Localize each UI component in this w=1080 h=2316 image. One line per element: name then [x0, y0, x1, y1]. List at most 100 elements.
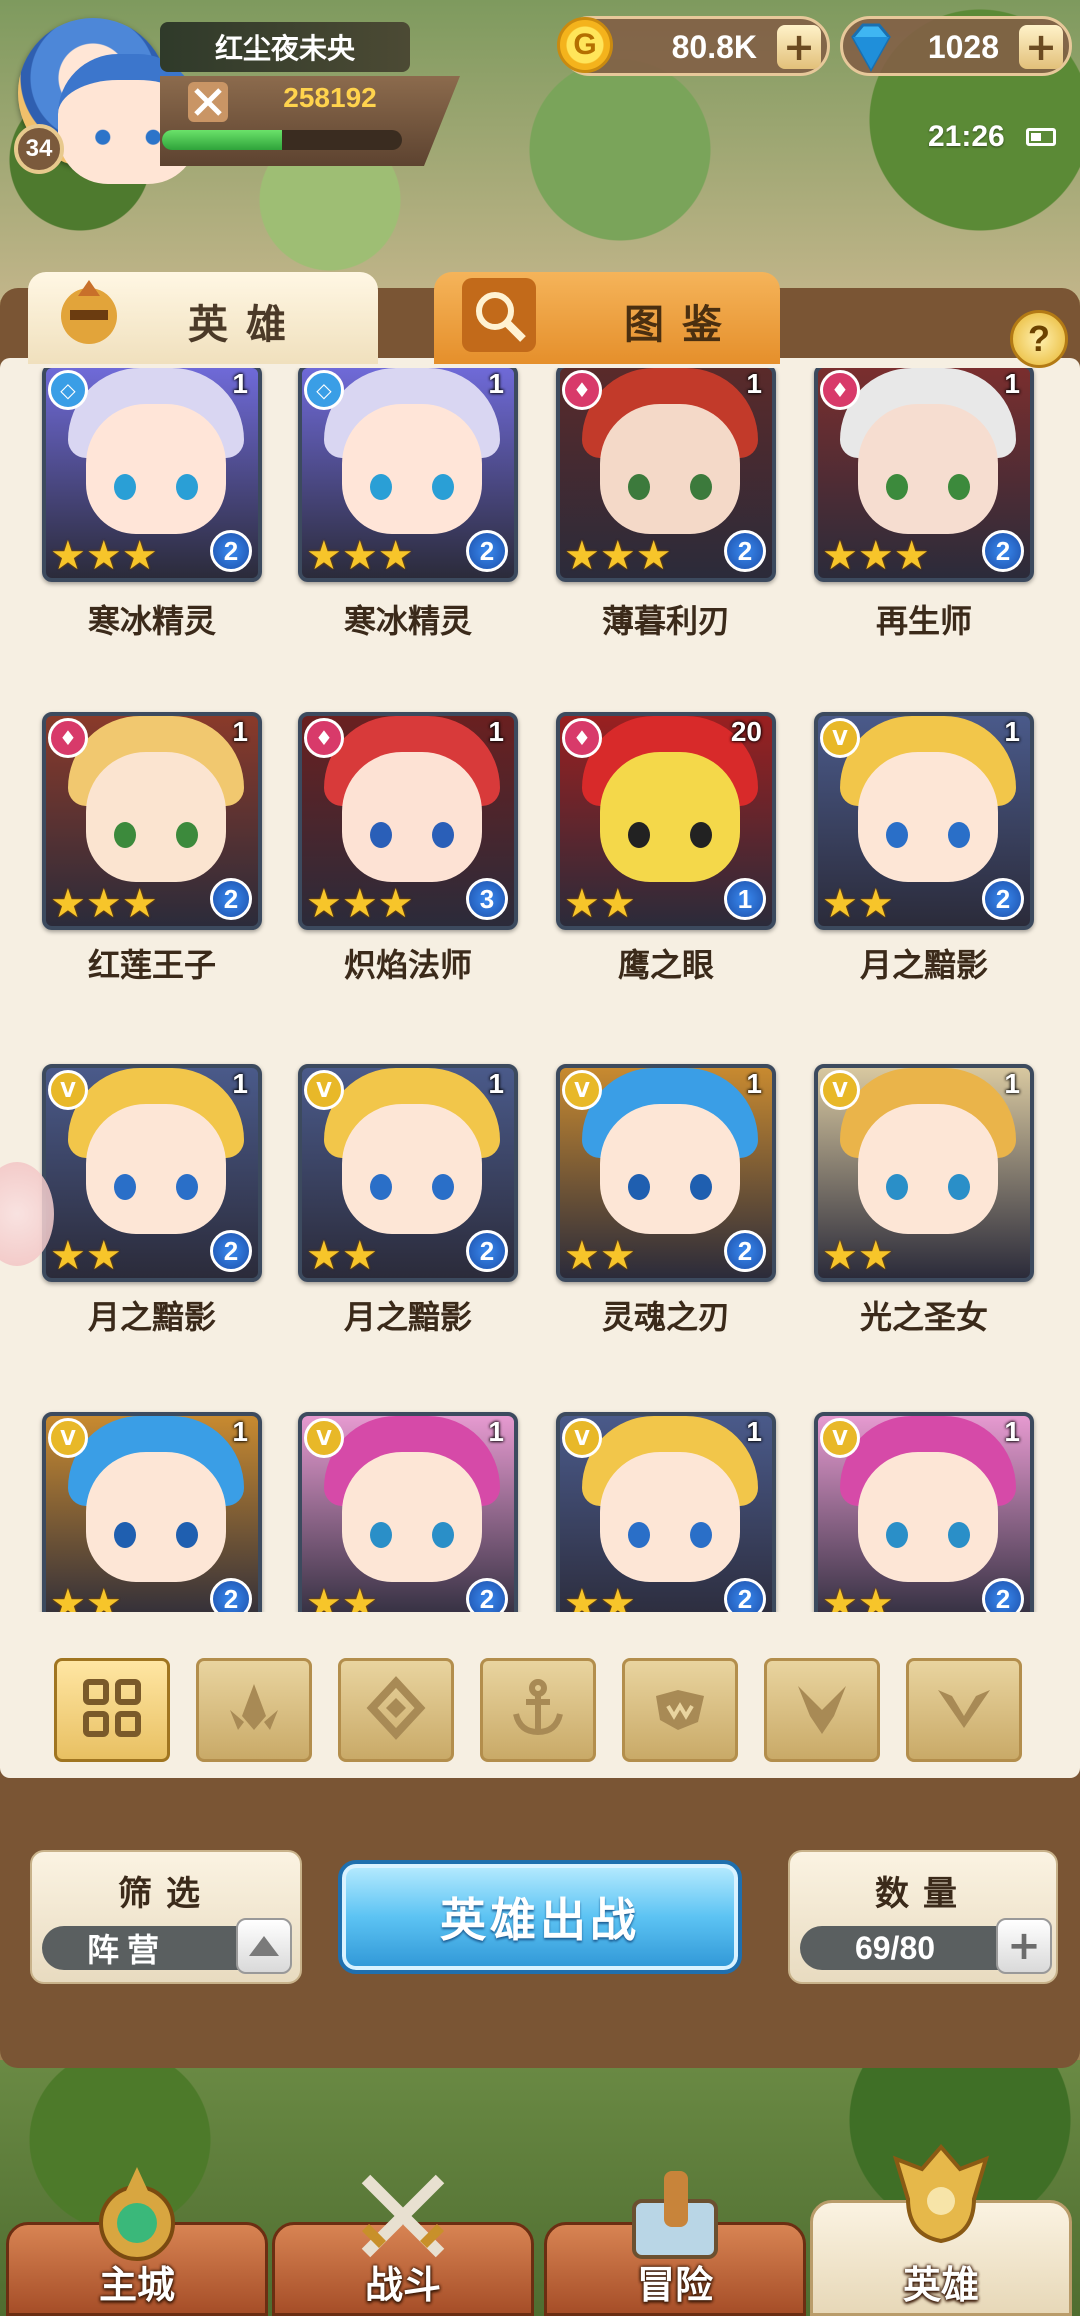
exp-bar — [162, 130, 402, 150]
water-faction-icon: ◇ — [48, 370, 88, 410]
hero-portrait[interactable]: ♦ 1 ★ ★ ★ 3 — [298, 712, 518, 930]
nav-tab-hero-helmet[interactable]: 英雄 — [810, 2143, 1072, 2316]
filter-button-beast[interactable] — [622, 1658, 738, 1762]
hero-grade-badge: 2 — [210, 1578, 252, 1612]
hero-stars: ★ ★ ★ — [564, 536, 672, 576]
hero-portrait[interactable]: V 1 ★ ★ — [814, 1064, 1034, 1282]
hero-card[interactable]: ♦ 1 ★ ★ ★ 2 红莲王子 — [42, 712, 262, 1012]
hero-card[interactable]: V 1 ★ ★ 2 — [298, 1412, 518, 1612]
hero-card[interactable]: V 1 ★ ★ 2 — [556, 1412, 776, 1612]
light-faction-icon — [932, 1676, 996, 1744]
hero-card[interactable]: V 1 ★ ★ 2 灵魂之刃 — [556, 1064, 776, 1364]
hero-card[interactable]: V 1 ★ ★ 光之圣女 — [814, 1064, 1034, 1364]
filter-button-light-faction[interactable] — [906, 1658, 1022, 1762]
hero-eye — [370, 822, 392, 848]
hero-count: 1 — [232, 1416, 248, 1447]
hero-portrait[interactable]: V 1 ★ ★ 2 — [42, 1064, 262, 1282]
hero-name: 薄暮利刃 — [601, 602, 730, 640]
hero-name: 月之黯影 — [859, 946, 988, 984]
tab-heroes[interactable]: 英雄 — [28, 272, 378, 364]
star-icon: ★ — [121, 881, 158, 927]
hero-count: 1 — [232, 1068, 248, 1099]
hero-card[interactable]: ♦ 1 ★ ★ ★ 2 再生师 — [814, 368, 1034, 668]
star-icon: ★ — [306, 1233, 342, 1279]
hero-portrait[interactable]: ♦ 1 ★ ★ ★ 2 — [556, 368, 776, 582]
hero-portrait[interactable]: V 1 ★ ★ 2 — [298, 1412, 518, 1612]
hero-stars: ★ ★ — [50, 1236, 122, 1276]
hero-stars: ★ ★ — [822, 1584, 894, 1612]
hero-grid[interactable]: ◇ 1 ★ ★ ★ 2 寒冰精灵 ◇ 1 ★ ★ ★ 2 寒冰精灵 ♦ 1 ★ ★ ★ 2 薄暮利刃 ♦ 1 ★ ★ ★ 2 再生师 ♦… — [0, 368, 1080, 1612]
hero-card[interactable]: V 1 ★ ★ 2 月之黯影 — [42, 1064, 262, 1364]
hero-grade-badge: 2 — [724, 1578, 766, 1612]
chevron-up-icon[interactable] — [236, 1918, 292, 1974]
filter-button-anchor[interactable] — [480, 1658, 596, 1762]
nav-tab-castle[interactable]: 主城 — [6, 2167, 268, 2316]
hero-card[interactable]: ♦ 1 ★ ★ ★ 3 炽焰法师 — [298, 712, 518, 1012]
hero-name: 红莲王子 — [87, 946, 216, 984]
hero-portrait[interactable]: ◇ 1 ★ ★ ★ 2 — [298, 368, 518, 582]
hero-portrait[interactable]: V 1 ★ ★ 2 — [556, 1412, 776, 1612]
add-slots-button[interactable]: + — [996, 1918, 1052, 1974]
hero-eye — [690, 474, 712, 500]
star-icon: ★ — [50, 1581, 86, 1612]
hero-count: 1 — [1004, 716, 1020, 747]
hero-count: 1 — [1004, 368, 1020, 399]
star-icon: ★ — [85, 533, 122, 579]
help-button[interactable]: ? — [1010, 310, 1068, 368]
deploy-heroes-button[interactable]: 英雄出战 — [338, 1860, 742, 1974]
hero-portrait[interactable]: ♦ 1 ★ ★ ★ 2 — [814, 368, 1034, 582]
hero-portrait[interactable]: ◇ 1 ★ ★ ★ 2 — [42, 368, 262, 582]
nav-tab-crossed-swords[interactable]: 战斗 — [272, 2174, 534, 2316]
hero-eye — [370, 1174, 392, 1200]
hero-face — [600, 404, 740, 534]
filter-title: 筛选 — [118, 1874, 214, 1914]
gold-value: 80.8K — [671, 29, 757, 65]
hero-count: 1 — [488, 368, 504, 399]
hero-grade-badge: 2 — [466, 1578, 508, 1612]
nav-label: 战斗 — [364, 2263, 441, 2307]
star-icon: ★ — [564, 1233, 600, 1279]
hero-face — [342, 752, 482, 882]
light-faction-icon: V — [48, 1070, 88, 1110]
hero-grade-badge: 2 — [724, 530, 766, 572]
filter-button-all[interactable] — [54, 1658, 170, 1762]
hero-portrait[interactable]: ♦ 1 ★ ★ ★ 2 — [42, 712, 262, 930]
hero-count: 1 — [488, 1416, 504, 1447]
exp-bar-fill — [162, 130, 282, 150]
hero-card[interactable]: V 1 ★ ★ 2 月之黯影 — [814, 712, 1034, 1012]
hero-stars: ★ ★ ★ — [50, 536, 158, 576]
hero-card[interactable]: V 1 ★ ★ 2 — [814, 1412, 1034, 1612]
hero-name: 寒冰精灵 — [87, 602, 216, 640]
tab-codex[interactable]: 图鉴 — [434, 272, 780, 364]
filter-button-fire-faction[interactable] — [196, 1658, 312, 1762]
hero-stars: ★ ★ ★ — [50, 884, 158, 924]
hero-stars: ★ ★ — [564, 1236, 636, 1276]
hero-card[interactable]: V 1 ★ ★ 2 月之黯影 — [298, 1064, 518, 1364]
hero-portrait[interactable]: V 1 ★ ★ 2 — [298, 1064, 518, 1282]
hero-portrait[interactable]: V 1 ★ ★ 2 — [814, 712, 1034, 930]
hero-grade-badge: 2 — [982, 530, 1024, 572]
battery-icon — [1026, 128, 1056, 146]
hero-card[interactable]: ♦ 20 ★ ★ 1 鹰之眼 — [556, 712, 776, 1012]
star-icon: ★ — [85, 881, 122, 927]
hero-card[interactable]: ◇ 1 ★ ★ ★ 2 寒冰精灵 — [42, 368, 262, 668]
star-icon: ★ — [377, 533, 414, 579]
hero-portrait[interactable]: V 1 ★ ★ 2 — [556, 1064, 776, 1282]
hero-grade-badge: 1 — [724, 878, 766, 920]
hero-portrait[interactable]: ♦ 20 ★ ★ 1 — [556, 712, 776, 930]
filter-button-water-faction[interactable] — [338, 1658, 454, 1762]
nav-tab-map-scroll[interactable]: 冒险 — [544, 2171, 806, 2316]
hero-card[interactable]: V 1 ★ ★ 2 — [42, 1412, 262, 1612]
hero-card[interactable]: ♦ 1 ★ ★ ★ 2 薄暮利刃 — [556, 368, 776, 668]
hero-card[interactable]: ◇ 1 ★ ★ ★ 2 寒冰精灵 — [298, 368, 518, 668]
hero-name: 光之圣女 — [859, 1298, 988, 1336]
hero-portrait[interactable]: V 1 ★ ★ 2 — [42, 1412, 262, 1612]
hero-name: 寒冰精灵 — [343, 602, 472, 640]
hero-face — [858, 752, 998, 882]
add-gold-button[interactable]: + — [777, 25, 821, 69]
filter-button-dark-faction[interactable] — [764, 1658, 880, 1762]
player-profile[interactable]: 红尘夜未央 258192 34 — [10, 12, 470, 184]
hero-portrait[interactable]: V 1 ★ ★ 2 — [814, 1412, 1034, 1612]
hero-grade-badge: 2 — [210, 1230, 252, 1272]
add-gems-button[interactable]: + — [1019, 25, 1063, 69]
